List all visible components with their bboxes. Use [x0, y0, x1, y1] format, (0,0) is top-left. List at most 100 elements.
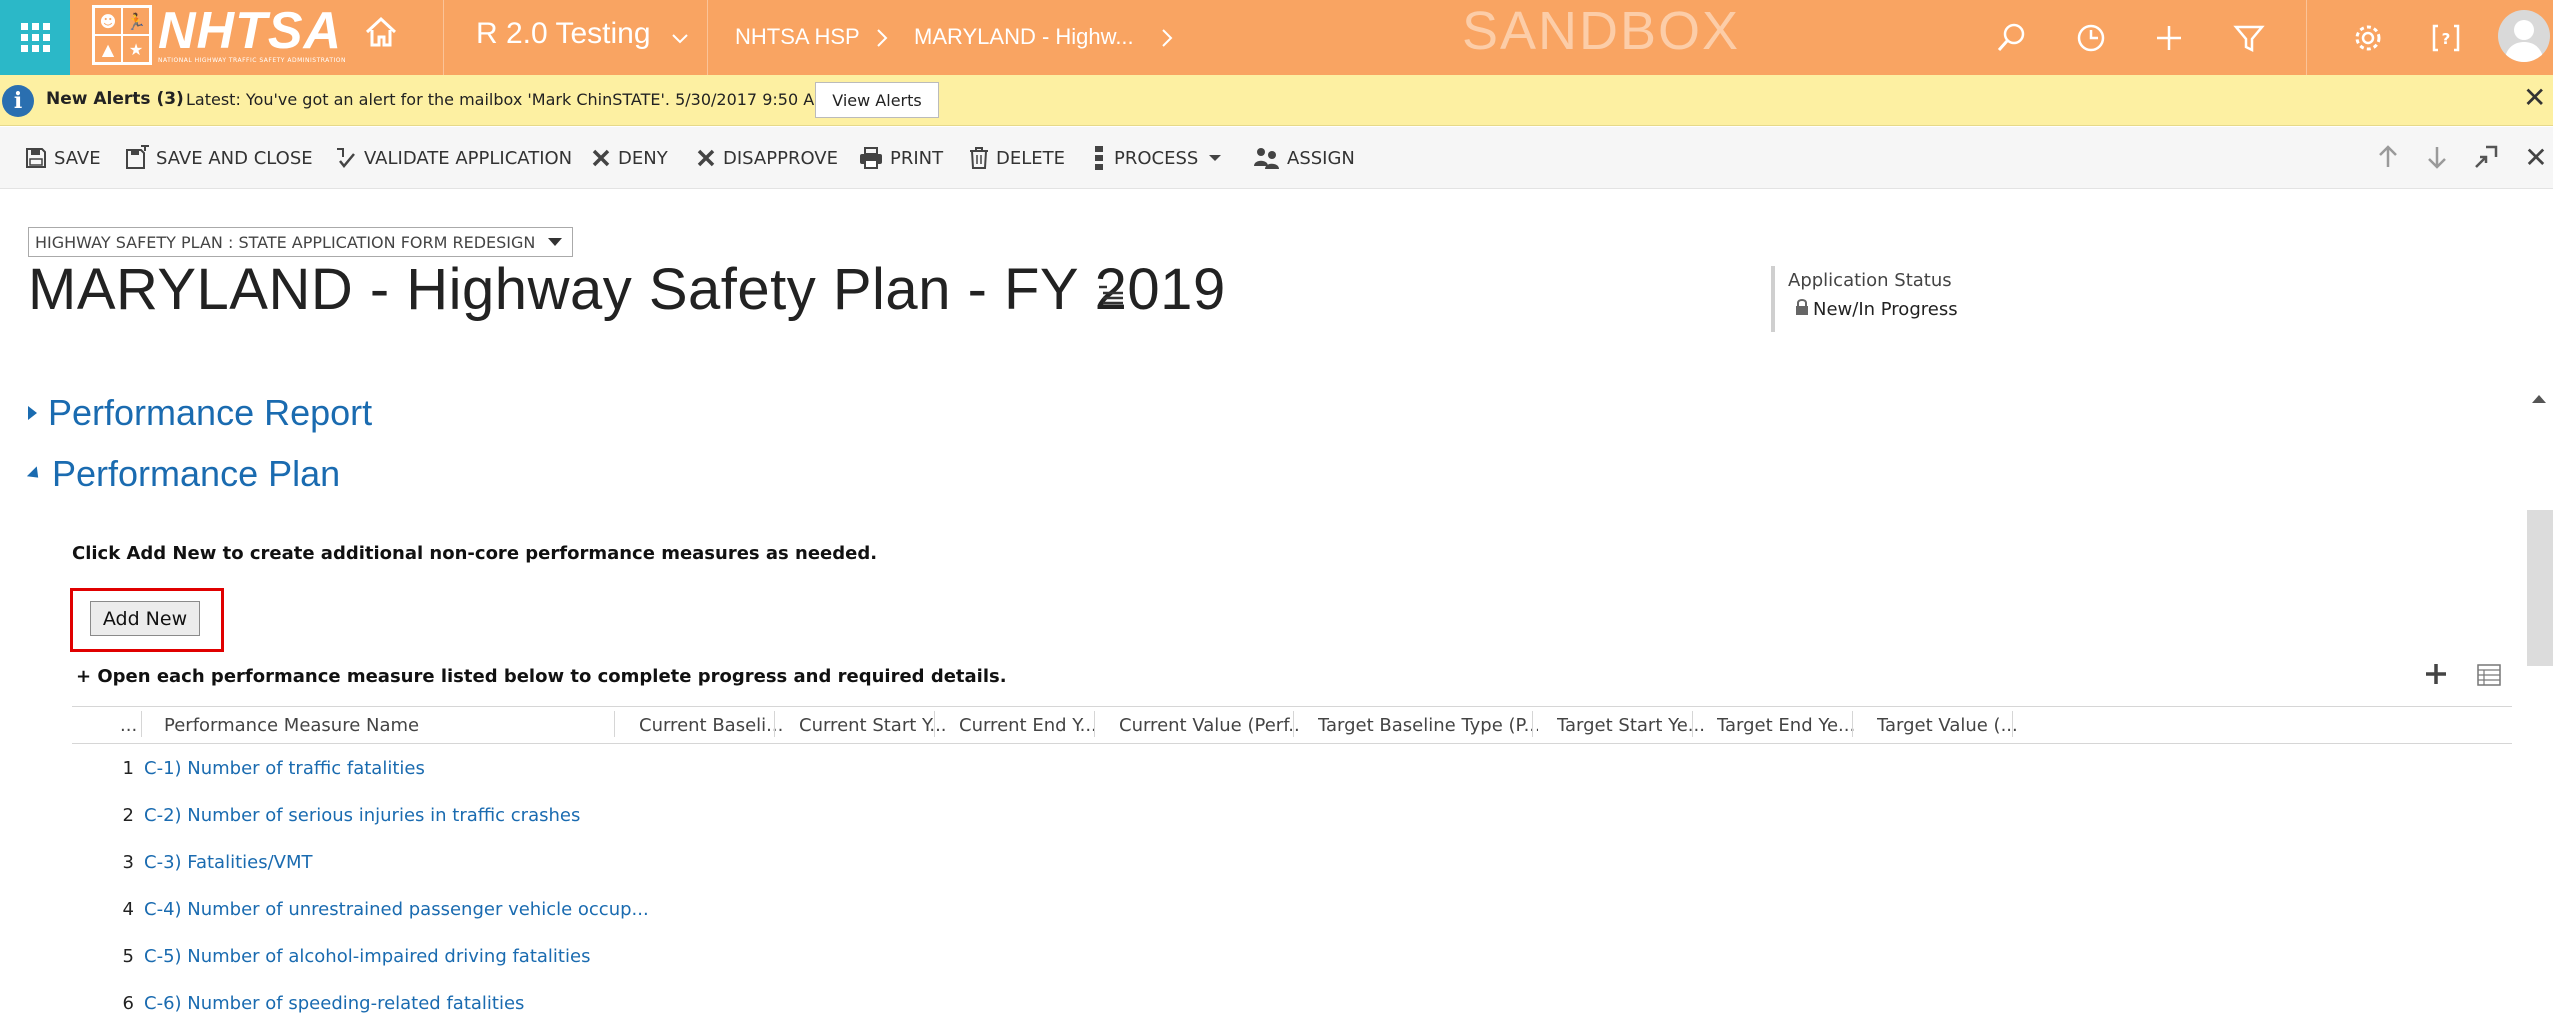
view-alerts-button[interactable]: View Alerts [815, 82, 939, 118]
expand-icon[interactable] [2472, 143, 2500, 171]
performance-plan-section[interactable]: Performance Plan [26, 453, 340, 495]
create-new-icon[interactable] [2151, 20, 2187, 56]
column-header-select[interactable]: ... [120, 707, 150, 743]
scroll-up-icon[interactable] [2532, 395, 2546, 403]
assign-label: ASSIGN [1287, 147, 1355, 169]
save-button[interactable]: SAVE [24, 144, 101, 172]
assign-users-icon [1254, 148, 1279, 169]
nav-divider [443, 0, 444, 75]
column-header-target-value[interactable]: Target Value (... [1877, 707, 2025, 743]
process-icon [1095, 146, 1103, 170]
row-number: 3 [122, 852, 134, 873]
area-nav-button[interactable]: NHTSA HSP [735, 24, 860, 50]
validate-label: VALIDATE APPLICATION [364, 147, 573, 169]
measure-link[interactable]: C-4) Number of unrestrained passenger ve… [144, 899, 649, 920]
measure-link[interactable]: C-5) Number of alcohol-impaired driving … [144, 946, 590, 967]
nav-divider [707, 0, 708, 75]
logo-badge-icon: ☻ 🏃 ▲ ★ [92, 5, 152, 65]
column-divider [1692, 711, 1693, 737]
user-icon [2504, 20, 2544, 62]
measure-link[interactable]: C-3) Fatalities/VMT [144, 852, 313, 873]
measure-link[interactable]: C-6) Number of speeding-related fataliti… [144, 993, 524, 1014]
column-header-current-start-year[interactable]: Current Start Y... [799, 707, 947, 743]
title-menu-icon[interactable] [1097, 284, 1125, 306]
performance-report-title: Performance Report [48, 392, 373, 433]
app-launcher-button[interactable] [0, 0, 70, 75]
vertical-scrollbar[interactable] [2527, 390, 2553, 1033]
alert-message: Latest: You've got an alert for the mail… [186, 90, 828, 109]
add-new-instruction: Click Add New to create additional non-c… [72, 543, 878, 564]
column-divider [141, 711, 142, 737]
collapse-arrow-icon [26, 465, 44, 483]
app-name-button[interactable]: R 2.0 Testing [476, 17, 651, 51]
assign-button[interactable]: ASSIGN [1253, 144, 1355, 172]
logo-subtext: NATIONAL HIGHWAY TRAFFIC SAFETY ADMINIST… [158, 57, 346, 64]
column-divider [1532, 711, 1533, 737]
settings-gear-icon[interactable] [2350, 20, 2386, 56]
nav-divider [2306, 0, 2307, 75]
print-label: PRINT [890, 147, 944, 169]
chevron-down-icon[interactable] [668, 26, 692, 50]
row-number: 5 [122, 946, 134, 967]
column-header-target-start-year[interactable]: Target Start Ye... [1557, 707, 1705, 743]
measure-link[interactable]: C-1) Number of traffic fatalities [144, 758, 425, 779]
performance-report-section[interactable]: Performance Report [28, 392, 372, 434]
info-icon: i [2, 85, 34, 117]
close-form-icon[interactable]: ✕ [2522, 141, 2550, 174]
filter-icon[interactable] [2231, 20, 2267, 56]
add-record-icon[interactable] [2422, 660, 2450, 688]
nhtsa-logo[interactable]: ☻ 🏃 ▲ ★ NHTSA NATIONAL HIGHWAY TRAFFIC SAFE… [92, 4, 346, 66]
trash-icon [970, 147, 988, 169]
expand-arrow-icon [28, 406, 37, 420]
save-and-close-button[interactable]: SAVE AND CLOSE [124, 144, 313, 172]
scrollbar-thumb[interactable] [2527, 510, 2553, 666]
svg-text:?: ? [2442, 30, 2451, 48]
caret-down-icon [548, 238, 562, 246]
form-selector[interactable]: HIGHWAY SAFETY PLAN : STATE APPLICATION … [28, 227, 573, 257]
column-divider [934, 711, 935, 737]
row-number: 2 [122, 805, 134, 826]
home-icon[interactable] [363, 14, 399, 50]
validate-application-button[interactable]: VALIDATE APPLICATION [334, 144, 572, 172]
breadcrumb-record[interactable]: MARYLAND - Highw... [914, 24, 1134, 50]
recent-history-icon[interactable] [2073, 20, 2109, 56]
save-close-label: SAVE AND CLOSE [156, 147, 313, 169]
x-icon [697, 149, 715, 167]
grid-header-row: ... Performance Measure Name Current Bas… [72, 706, 2512, 744]
delete-button[interactable]: DELETE [968, 144, 1065, 172]
column-header-current-value[interactable]: Current Value (Perf... [1119, 707, 1299, 743]
disapprove-button[interactable]: DISAPPROVE [695, 144, 838, 172]
chevron-right-icon[interactable] [1155, 25, 1179, 51]
column-header-current-end-year[interactable]: Current End Y... [959, 707, 1107, 743]
column-header-current-baseline[interactable]: Current Baseli... [639, 707, 787, 743]
view-selector-icon[interactable] [2477, 664, 2501, 686]
print-button[interactable]: PRINT [858, 144, 943, 172]
column-header-target-end-year[interactable]: Target End Ye... [1717, 707, 1865, 743]
x-icon [592, 149, 610, 167]
process-dropdown-button[interactable]: PROCESS [1090, 144, 1228, 172]
subgrid-caption: + Open each performance measure listed b… [76, 666, 1007, 687]
add-new-button[interactable]: Add New [90, 601, 200, 636]
arrow-down-icon[interactable] [2423, 143, 2451, 171]
validate-icon [337, 148, 355, 168]
chevron-right-icon [877, 29, 888, 47]
close-icon[interactable]: ✕ [2523, 84, 2546, 112]
arrow-up-icon[interactable] [2374, 143, 2402, 171]
sandbox-watermark: SANDBOX [1462, 1, 1741, 61]
deny-button[interactable]: DENY [590, 144, 668, 172]
save-close-icon [126, 145, 149, 169]
column-divider [2012, 711, 2013, 737]
help-icon[interactable]: ? [2428, 20, 2464, 56]
measure-link[interactable]: C-2) Number of serious injuries in traff… [144, 805, 580, 826]
user-avatar[interactable] [2498, 10, 2550, 62]
application-status-label: Application Status [1788, 270, 1952, 291]
record-title: MARYLAND - Highway Safety Plan - FY 2019 [28, 257, 1226, 322]
save-icon [26, 148, 46, 168]
column-header-target-baseline-type[interactable]: Target Baseline Type (P... [1318, 707, 1538, 743]
column-divider [1852, 711, 1853, 737]
row-number: 4 [122, 899, 134, 920]
column-header-measure-name[interactable]: Performance Measure Name [164, 707, 604, 743]
application-status-value: New/In Progress [1813, 299, 1958, 320]
delete-label: DELETE [996, 147, 1066, 169]
search-icon[interactable] [1994, 20, 2030, 56]
